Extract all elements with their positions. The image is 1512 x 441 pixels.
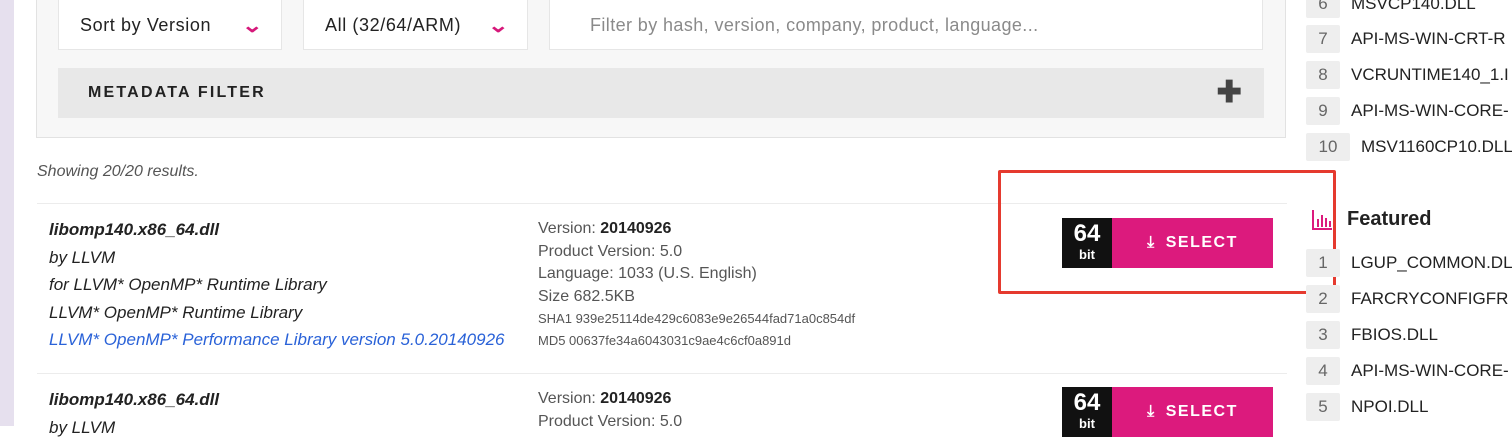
result-item: libomp140.x86_64.dll by LLVM Version: 20… bbox=[37, 373, 1287, 434]
result-version: Version: 20140926 bbox=[538, 218, 855, 241]
result-language: Language: 1033 (U.S. English) bbox=[538, 263, 855, 286]
highlight-box bbox=[998, 170, 1336, 294]
result-product-version: Product Version: 5.0 bbox=[538, 241, 855, 264]
result-md5: MD5 00637fe34a6043031c9ae4c6cf0a891d bbox=[538, 330, 855, 352]
featured-item[interactable]: 5 NPOI.DLL bbox=[1306, 392, 1428, 422]
result-version: Version: 20140926 bbox=[538, 388, 682, 411]
chevron-down-icon: ⌄ bbox=[487, 13, 510, 38]
result-filename[interactable]: libomp140.x86_64.dll bbox=[49, 216, 529, 244]
architecture-dropdown[interactable]: All (32/64/ARM) ⌄ bbox=[303, 0, 528, 50]
result-description-link[interactable]: LLVM* OpenMP* Performance Library versio… bbox=[49, 326, 529, 354]
results-count: Showing 20/20 results. bbox=[37, 163, 199, 181]
featured-item[interactable]: 3 FBIOS.DLL bbox=[1306, 320, 1438, 350]
sidebar-top-item[interactable]: 10 MSV1160CP10.DLL bbox=[1306, 132, 1512, 162]
featured-heading: Featured bbox=[1311, 208, 1431, 231]
result-for-product: for LLVM* OpenMP* Runtime Library bbox=[49, 271, 529, 299]
result-filename[interactable]: libomp140.x86_64.dll bbox=[49, 386, 529, 414]
sidebar-top-item[interactable]: 7 API-MS-WIN-CRT-R bbox=[1306, 24, 1506, 54]
sort-dropdown[interactable]: Sort by Version ⌄ bbox=[58, 0, 282, 50]
sort-dropdown-label: Sort by Version bbox=[80, 15, 211, 36]
result-sha1: SHA1 939e25114de429c6083e9e26544fad71a0c… bbox=[538, 308, 855, 330]
metadata-filter-label: METADATA FILTER bbox=[88, 84, 266, 102]
result-company: by LLVM bbox=[49, 414, 529, 441]
sidebar-top-item[interactable]: 8 VCRUNTIME140_1.I bbox=[1306, 60, 1509, 90]
result-product-name: LLVM* OpenMP* Runtime Library bbox=[49, 299, 529, 327]
download-icon: ⤓ bbox=[1147, 403, 1156, 421]
featured-item[interactable]: 4 API-MS-WIN-CORE- bbox=[1306, 356, 1509, 386]
featured-title: Featured bbox=[1347, 208, 1431, 231]
bar-chart-icon bbox=[1311, 209, 1333, 231]
sidebar-top-item[interactable]: 6 MSVCP140.DLL bbox=[1306, 0, 1476, 19]
chevron-down-icon: ⌄ bbox=[241, 13, 264, 38]
result-size: Size 682.5KB bbox=[538, 286, 855, 309]
result-product-version: Product Version: 5.0 bbox=[538, 411, 682, 434]
featured-item[interactable]: 2 FARCRYCONFIGFR bbox=[1306, 284, 1508, 314]
architecture-dropdown-label: All (32/64/ARM) bbox=[325, 15, 461, 36]
plus-icon[interactable]: ✚ bbox=[1217, 78, 1244, 108]
select-button[interactable]: ⤓ SELECT bbox=[1112, 387, 1273, 437]
bit-badge: 64 bit bbox=[1062, 387, 1112, 437]
left-edge-strip bbox=[0, 0, 14, 426]
sidebar-top-item[interactable]: 9 API-MS-WIN-CORE- bbox=[1306, 96, 1509, 126]
featured-item[interactable]: 1 LGUP_COMMON.DL bbox=[1306, 248, 1512, 278]
result-company: by LLVM bbox=[49, 244, 529, 272]
metadata-filter-toggle[interactable]: METADATA FILTER ✚ bbox=[58, 68, 1264, 118]
filter-search-input[interactable] bbox=[549, 0, 1263, 50]
